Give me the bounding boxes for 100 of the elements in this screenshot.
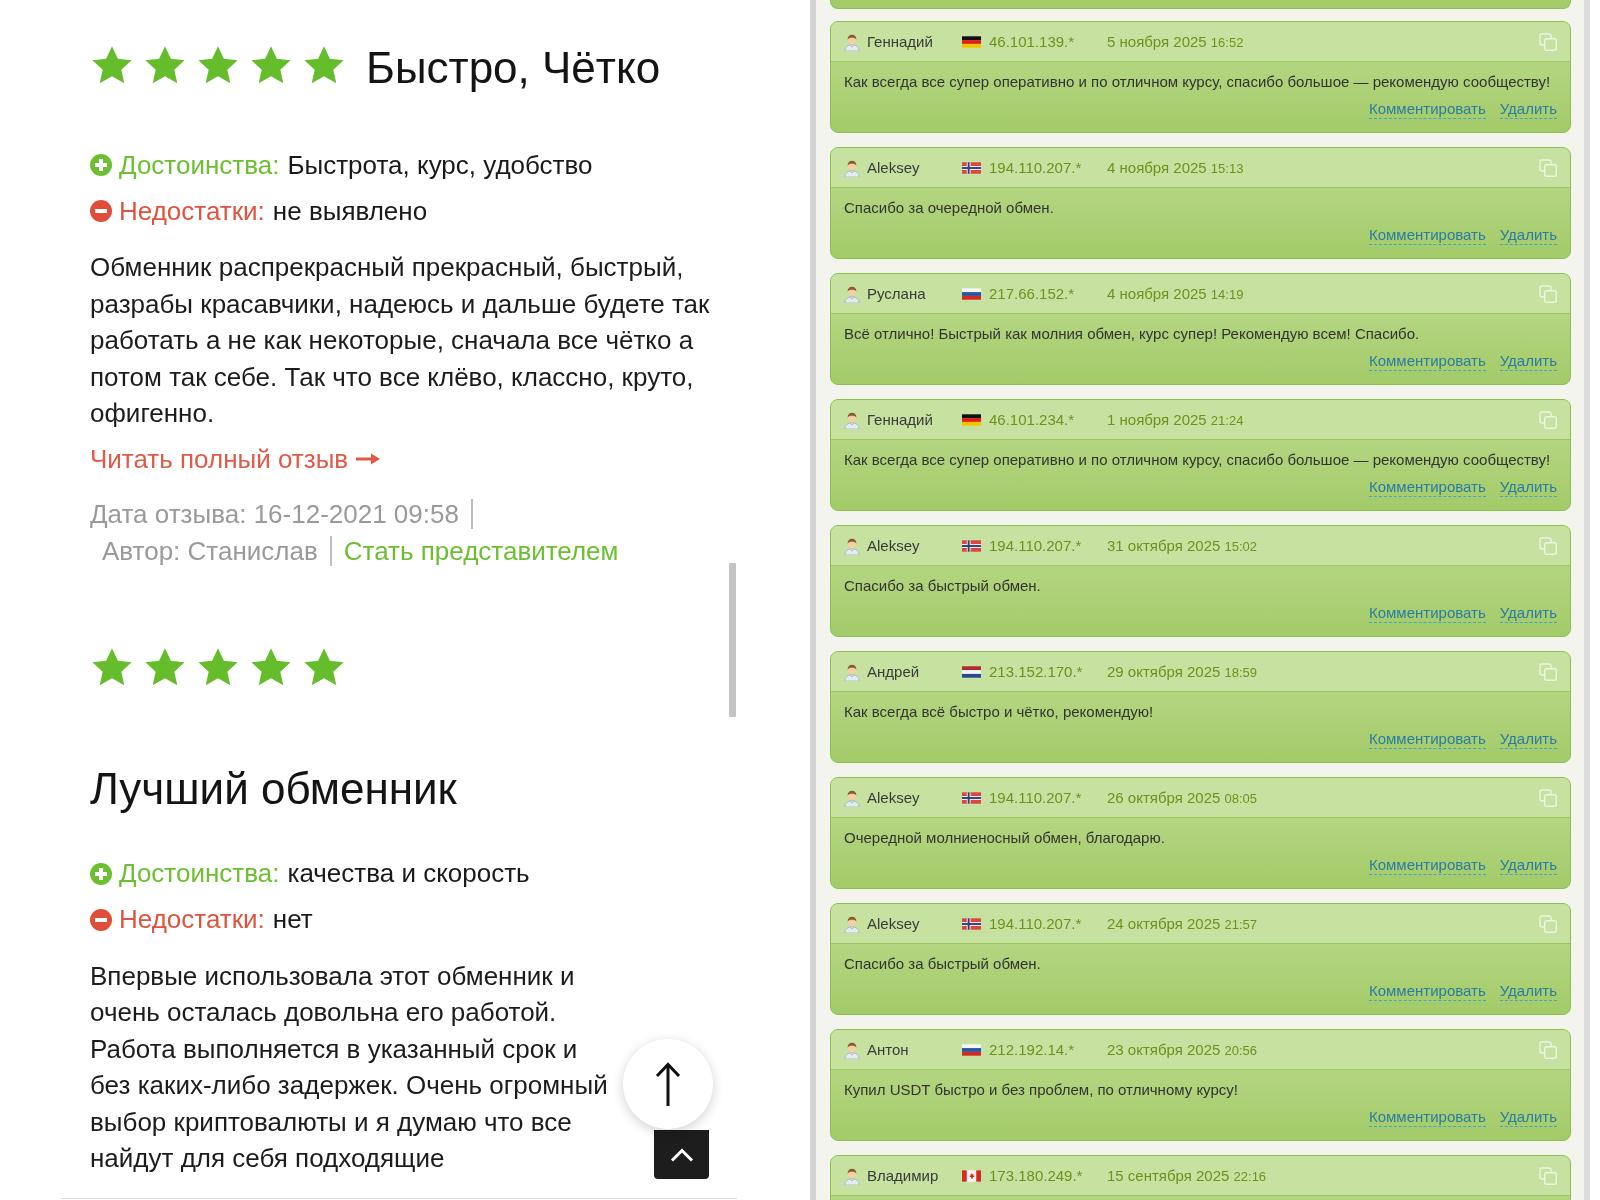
comment-author: Aleksey (867, 788, 920, 806)
cons-label: Недостатки: (119, 195, 265, 227)
comment-text: Как всегда все супер оперативно и по отличном курсу, спасибо большое — рекомендую сообществу! (844, 73, 1552, 91)
review-text: Обменник распрекрасный прекрасный, быстрый, разрабы красавчики, надеюсь и дальше будете так работать а не как некоторые, сначала все чётко а потом так себе. Так что все клёво, классно, круто, офигенно. (90, 251, 710, 430)
norwegian-flag-icon (962, 791, 981, 804)
minus-icon (90, 908, 112, 931)
action-link[interactable]: Комментировать (1368, 100, 1486, 119)
comment-author: Геннадий (867, 410, 933, 428)
ip-address: 212.192.14.* (989, 1040, 1075, 1058)
user-icon (844, 788, 860, 807)
ip-address: 217.66.152.* (989, 284, 1075, 302)
comment-text: Очередной молниеносный обмен, благодарю. (844, 829, 1166, 847)
action-link[interactable]: Удалить (1499, 226, 1557, 245)
comment-date: 23 октября 2025 20:56 (1107, 1041, 1258, 1058)
german-flag-icon (962, 413, 981, 426)
minus-icon (90, 200, 112, 222)
ip-address: 194.110.207.* (989, 914, 1082, 932)
comment-text: Спасибо за очередной обмен. (844, 199, 1055, 217)
action-link[interactable]: Комментировать (1368, 604, 1486, 623)
norwegian-flag-icon (962, 917, 981, 930)
read-more-link[interactable]: Читать полный отзыв (90, 438, 381, 479)
norwegian-flag-icon (962, 539, 981, 552)
action-link[interactable]: Комментировать (1368, 352, 1486, 371)
copy-icon[interactable] (1539, 32, 1557, 51)
become-representative-link[interactable]: Стать представителем (331, 532, 631, 570)
canadian-flag-icon (962, 1169, 981, 1182)
copy-icon[interactable] (1539, 410, 1557, 429)
ip-address: 173.180.249.* (989, 1166, 1083, 1184)
action-link[interactable]: Комментировать (1368, 226, 1486, 245)
action-link[interactable]: Комментировать (1368, 982, 1486, 1001)
scrollbar-thumb[interactable] (729, 563, 736, 717)
arrow-up-icon (655, 1062, 681, 1106)
comment-date: 4 ноября 2025 14:19 (1107, 285, 1244, 302)
action-link[interactable]: Комментировать (1368, 478, 1486, 497)
comment-date: 15 сентября 2025 22:16 (1107, 1167, 1267, 1184)
user-icon (844, 32, 860, 51)
action-link[interactable]: Удалить (1499, 478, 1557, 497)
action-link[interactable]: Комментировать (1368, 730, 1486, 749)
comment-text: Купил USDT быстро и без проблем, по отличному курсу! (844, 1081, 1239, 1099)
ip-address: 194.110.207.* (989, 788, 1082, 806)
copy-icon[interactable] (1539, 536, 1557, 555)
comment-author: Руслана (867, 284, 926, 302)
user-icon (844, 536, 860, 555)
norwegian-flag-icon (962, 161, 981, 174)
user-icon (844, 914, 860, 933)
plus-icon (90, 862, 112, 885)
ip-address: 213.152.170.* (989, 662, 1083, 680)
arrow-right-icon (356, 452, 381, 465)
comment-text: Как всегда все супер оперативно и по отличном курсу, спасибо большое — рекомендую сообществу! (844, 451, 1552, 469)
action-link[interactable]: Комментировать (1368, 856, 1486, 875)
action-link[interactable]: Удалить (1499, 100, 1557, 119)
review-text: Впервые использовала этот обменник и очень осталась довольна его работой. Работа выполняется в указанный срок и без каких-либо задержек. Очень огромный выбор криптовалюты и я думаю что все найдут для себя подходящие (90, 959, 609, 1175)
ip-address: 194.110.207.* (989, 536, 1082, 554)
user-icon (844, 158, 860, 177)
comment-date: 4 ноября 2025 15:13 (1107, 159, 1244, 176)
cons-text: не выявлено (272, 195, 428, 227)
dutch-flag-icon (962, 665, 981, 678)
review-date: Дата отзыва: 16-12-2021 09:58 (90, 497, 460, 531)
action-link[interactable]: Удалить (1499, 604, 1557, 623)
cons-text: нет (272, 904, 313, 935)
copy-icon[interactable] (1539, 914, 1557, 933)
copy-icon[interactable] (1539, 158, 1557, 177)
comment-text: Всё отлично! Быстрый как молния обмен, курс супер! Рекомендую всем! Спасибо. (844, 325, 1421, 343)
action-link[interactable]: Удалить (1499, 982, 1557, 1001)
comment-date: 1 ноября 2025 21:24 (1107, 411, 1244, 428)
comment-text: Спасибо за быстрый обмен. (844, 577, 1042, 595)
user-icon (844, 662, 860, 681)
ip-address: 46.101.139.* (989, 32, 1075, 50)
comment-author: Антон (867, 1040, 909, 1058)
ip-address: 194.110.207.* (989, 158, 1082, 176)
chevron-up-icon (669, 1147, 694, 1162)
comment-text: Как всегда всё быстро и чётко, рекомендую! (844, 703, 1155, 721)
back-to-top-button[interactable] (654, 1130, 709, 1179)
comment-text: Спасибо за быстрый обмен. (844, 955, 1042, 973)
review-author: Автор: Станислав (101, 534, 319, 568)
action-link[interactable]: Удалить (1499, 730, 1557, 749)
action-link[interactable]: Удалить (1499, 352, 1557, 371)
action-link[interactable]: Удалить (1499, 1108, 1557, 1127)
comment-date: 29 октября 2025 18:59 (1107, 663, 1258, 680)
plus-icon (90, 154, 112, 176)
copy-icon[interactable] (1539, 1040, 1557, 1059)
scroll-up-button[interactable] (623, 1039, 713, 1129)
pros-label: Достоинства: (119, 149, 280, 181)
russian-flag-icon (962, 1043, 981, 1056)
russian-flag-icon (962, 287, 981, 300)
copy-icon[interactable] (1539, 662, 1557, 681)
copy-icon[interactable] (1539, 788, 1557, 807)
comment-date: 26 октября 2025 08:05 (1107, 789, 1258, 806)
pros-text: Быстрота, курс, удобство (287, 149, 593, 181)
pros-label: Достоинства: (119, 858, 280, 889)
comment-date: 5 ноября 2025 16:52 (1107, 33, 1244, 50)
action-link[interactable]: Удалить (1499, 856, 1557, 875)
comment-author: Владимир (867, 1166, 939, 1184)
user-icon (844, 410, 860, 429)
comment-author: Aleksey (867, 536, 920, 554)
copy-icon[interactable] (1539, 284, 1557, 303)
copy-icon[interactable] (1539, 1166, 1557, 1185)
action-link[interactable]: Комментировать (1368, 1108, 1486, 1127)
cons-label: Недостатки: (119, 904, 265, 935)
comment-author: Андрей (867, 662, 920, 680)
